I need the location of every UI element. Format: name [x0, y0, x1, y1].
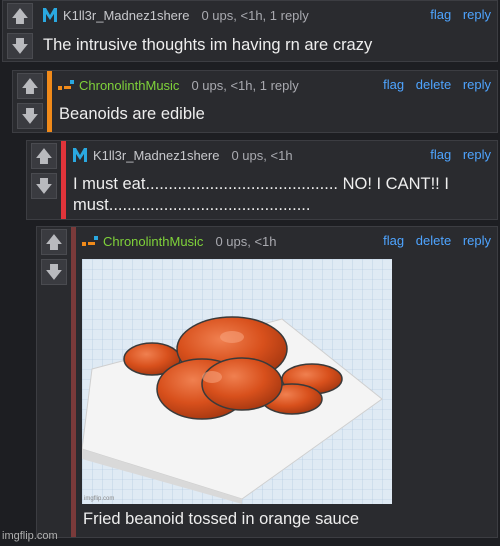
arrow-down-icon: 🡇: [45, 262, 63, 282]
comment-header: K1ll3r_Madnez1shere 0 ups, <1h: [71, 145, 293, 165]
username[interactable]: K1ll3r_Madnez1shere: [63, 8, 189, 23]
thread-accent-bar: [47, 71, 52, 132]
vote-column: 🡅 🡇: [13, 71, 47, 132]
k-logo-avatar[interactable]: [41, 6, 59, 24]
reply-link[interactable]: reply: [463, 147, 491, 162]
reply-link[interactable]: reply: [463, 77, 491, 92]
comment-header: ChronolinthMusic 0 ups, <1h, 1 reply: [57, 75, 299, 95]
comment-meta: 0 ups, <1h, 1 reply: [191, 77, 299, 93]
comment-meta: 0 ups, <1h, 1 reply: [201, 7, 309, 23]
comment-actions: flag delete reply: [375, 77, 491, 92]
comment-meta: 0 ups, <1h: [215, 233, 277, 249]
downvote-button[interactable]: 🡇: [31, 173, 57, 199]
upvote-button[interactable]: 🡅: [31, 143, 57, 169]
username[interactable]: ChronolinthMusic: [79, 78, 179, 93]
downvote-button[interactable]: 🡇: [17, 103, 43, 129]
image-watermark: imgflip.com: [84, 496, 115, 502]
downvote-button[interactable]: 🡇: [7, 33, 33, 59]
site-watermark: imgflip.com: [2, 530, 58, 542]
thread-accent-bar: [61, 141, 66, 219]
reply-link[interactable]: reply: [463, 233, 491, 248]
comment-text: I must eat..............................…: [73, 174, 449, 216]
arrow-down-icon: 🡇: [21, 106, 39, 126]
arrow-up-icon: 🡅: [21, 76, 39, 96]
comment-actions: flag delete reply: [375, 233, 491, 248]
delete-link[interactable]: delete: [416, 233, 451, 248]
comment-text-line: I must eat..............................…: [73, 175, 449, 193]
comment-1: 🡅 🡇 K1ll3r_Madnez1shere 0 ups, <1h, 1 re…: [2, 0, 498, 62]
arrow-up-icon: 🡅: [11, 6, 29, 26]
arrow-up-icon: 🡅: [35, 146, 53, 166]
upvote-button[interactable]: 🡅: [41, 229, 67, 255]
flag-link[interactable]: flag: [383, 233, 404, 248]
orange-dash-avatar[interactable]: [81, 232, 99, 250]
arrow-down-icon: 🡇: [35, 176, 53, 196]
comment-header: ChronolinthMusic 0 ups, <1h: [81, 231, 277, 251]
comment-meta: 0 ups, <1h: [231, 147, 293, 163]
upvote-button[interactable]: 🡅: [7, 3, 33, 29]
username[interactable]: ChronolinthMusic: [103, 234, 203, 249]
orange-dash-avatar[interactable]: [57, 76, 75, 94]
comment-3: 🡅 🡇 K1ll3r_Madnez1shere 0 ups, <1h flag …: [26, 140, 498, 220]
beanoid-illustration: [82, 259, 392, 504]
comment-text-line: must....................................…: [73, 196, 311, 214]
arrow-down-icon: 🡇: [11, 36, 29, 56]
comment-text: The intrusive thoughts im having rn are …: [43, 36, 373, 54]
comment-actions: flag reply: [422, 7, 491, 22]
username[interactable]: K1ll3r_Madnez1shere: [93, 148, 219, 163]
comment-2: 🡅 🡇 ChronolinthMusic 0 ups, <1h, 1 reply…: [12, 70, 498, 133]
flag-link[interactable]: flag: [430, 147, 451, 162]
vote-column: 🡅 🡇: [37, 227, 71, 537]
downvote-button[interactable]: 🡇: [41, 259, 67, 285]
upvote-button[interactable]: 🡅: [17, 73, 43, 99]
comment-header: K1ll3r_Madnez1shere 0 ups, <1h, 1 reply: [41, 5, 309, 25]
reply-link[interactable]: reply: [463, 7, 491, 22]
vote-column: 🡅 🡇: [3, 1, 37, 61]
image-caption: Fried beanoid tossed in orange sauce: [83, 510, 360, 528]
flag-link[interactable]: flag: [383, 77, 404, 92]
k-logo-avatar[interactable]: [71, 146, 89, 164]
flag-link[interactable]: flag: [430, 7, 451, 22]
beanoid-image[interactable]: imgflip.com: [82, 259, 392, 504]
thread-accent-bar: [71, 227, 76, 537]
comment-text: Beanoids are edible: [59, 105, 205, 123]
vote-column: 🡅 🡇: [27, 141, 61, 219]
delete-link[interactable]: delete: [416, 77, 451, 92]
comment-actions: flag reply: [422, 147, 491, 162]
arrow-up-icon: 🡅: [45, 232, 63, 252]
